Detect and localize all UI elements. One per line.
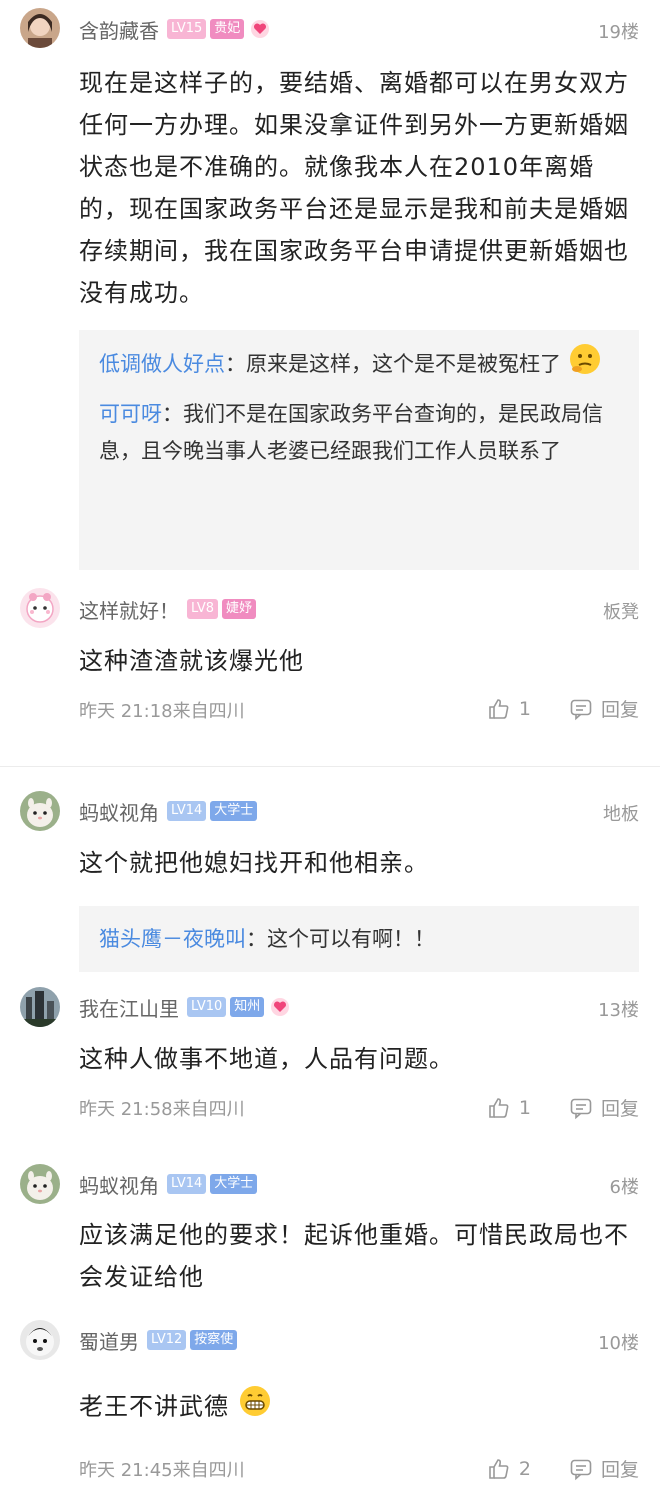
comment-text: 应该满足他的要求！起诉他重婚。可惜民政局也不会发证给他 xyxy=(79,1221,629,1291)
title-badge: 知州 xyxy=(230,997,265,1017)
comment-actions: 2 回复 xyxy=(487,1455,639,1482)
reply-separator: ： xyxy=(225,352,246,376)
username[interactable]: 蚂蚁视角 xyxy=(79,1170,159,1199)
user-info: 我在江山里 LV10 知州 xyxy=(79,992,290,1022)
level-badge: LV14 xyxy=(167,801,207,821)
like-count: 1 xyxy=(518,697,531,720)
comment-actions: 1 回复 xyxy=(487,1094,639,1121)
divider xyxy=(0,766,660,767)
floor-number: 地板 xyxy=(603,804,639,825)
thumbs-up-icon xyxy=(487,1096,511,1120)
reply-item[interactable]: 猫头鹰－夜晚叫：这个可以有啊！！ xyxy=(99,921,619,958)
title-badge: 大学士 xyxy=(210,1174,258,1194)
reply-block: 低调做人好点：原来是这样，这个是不是被冤枉了 可可呀：我们不是在国家政务平台查询… xyxy=(79,330,639,570)
floor-number: 板凳 xyxy=(603,602,639,623)
avatar[interactable] xyxy=(20,1320,60,1360)
like-button[interactable]: 1 xyxy=(487,1096,531,1120)
comment-text: 这种人做事不地道，人品有问题。 xyxy=(79,1045,454,1073)
comment-text: 老王不讲武德 xyxy=(79,1384,639,1431)
reply-label: 回复 xyxy=(600,699,639,721)
user-info: 蜀道男 LV12 按察使 xyxy=(79,1325,238,1355)
reply-separator: ： xyxy=(246,927,267,951)
username[interactable]: 我在江山里 xyxy=(79,993,179,1022)
username[interactable]: 含韵藏香 xyxy=(79,15,159,44)
comment-time: 昨天 21:58来自四川 xyxy=(79,1099,245,1120)
reply-label: 回复 xyxy=(600,1098,639,1120)
reply-icon xyxy=(569,1096,593,1120)
like-count: 2 xyxy=(518,1457,531,1480)
floor-number: 10楼 xyxy=(598,1333,639,1354)
comment-text-body: 老王不讲武德 xyxy=(79,1392,229,1421)
floor-number: 6楼 xyxy=(609,1177,639,1198)
thinking-emoji-icon xyxy=(568,342,602,388)
reply-item[interactable]: 低调做人好点：原来是这样，这个是不是被冤枉了 xyxy=(99,342,619,388)
level-badge: LV10 xyxy=(187,997,227,1017)
reply-author[interactable]: 猫头鹰－夜晚叫 xyxy=(99,927,246,951)
thumbs-up-icon xyxy=(487,697,511,721)
reply-text: 原来是这样，这个是不是被冤枉了 xyxy=(246,352,561,376)
reply-label: 回复 xyxy=(600,1459,639,1481)
level-badge: LV12 xyxy=(147,1330,187,1350)
username[interactable]: 蚂蚁视角 xyxy=(79,797,159,826)
user-info: 含韵藏香 LV15 贵妃 xyxy=(79,14,270,44)
user-info: 这样就好！ LV8 婕妤 xyxy=(79,594,256,624)
level-badge: LV14 xyxy=(167,1174,207,1194)
username[interactable]: 蜀道男 xyxy=(79,1326,139,1355)
avatar[interactable] xyxy=(20,791,60,831)
like-button[interactable]: 1 xyxy=(487,697,531,721)
reply-button[interactable]: 回复 xyxy=(569,695,639,722)
user-info: 蚂蚁视角 LV14 大学士 xyxy=(79,796,258,826)
comment-actions: 1 回复 xyxy=(487,695,639,722)
like-button[interactable]: 2 xyxy=(487,1457,531,1481)
comment-text: 现在是这样子的，要结婚、离婚都可以在男女双方任何一方办理。如果没拿证件到另外一方… xyxy=(79,69,629,307)
grin-emoji-icon xyxy=(238,1384,272,1431)
floor-number: 13楼 xyxy=(598,1000,639,1021)
reply-separator: ： xyxy=(162,402,183,426)
level-badge: LV15 xyxy=(167,19,207,39)
reply-item[interactable]: 可可呀：我们不是在国家政务平台查询的，是民政局信息，且今晚当事人老婆已经跟我们工… xyxy=(99,396,619,470)
like-count: 1 xyxy=(518,1096,531,1119)
reply-block: 猫头鹰－夜晚叫：这个可以有啊！！ xyxy=(79,906,639,972)
comment-time: 昨天 21:45来自四川 xyxy=(79,1460,245,1481)
level-badge: LV8 xyxy=(187,599,218,619)
reply-button[interactable]: 回复 xyxy=(569,1455,639,1482)
title-badge: 婕妤 xyxy=(221,599,256,619)
username[interactable]: 这样就好！ xyxy=(79,595,179,624)
user-info: 蚂蚁视角 LV14 大学士 xyxy=(79,1169,258,1199)
title-badge: 大学士 xyxy=(210,801,258,821)
reply-author[interactable]: 可可呀 xyxy=(99,402,162,426)
comment-time: 昨天 21:18来自四川 xyxy=(79,701,245,722)
title-badge: 贵妃 xyxy=(210,19,245,39)
avatar[interactable] xyxy=(20,987,60,1027)
reply-text: 这个可以有啊！！ xyxy=(267,927,435,951)
reply-icon xyxy=(569,697,593,721)
avatar[interactable] xyxy=(20,8,60,48)
avatar[interactable] xyxy=(20,588,60,628)
heart-badge-icon xyxy=(251,20,270,38)
floor-number: 19楼 xyxy=(598,22,639,43)
comment-text: 这种渣渣就该爆光他 xyxy=(79,647,304,675)
reply-icon xyxy=(569,1457,593,1481)
heart-badge-icon xyxy=(271,998,290,1016)
reply-author[interactable]: 低调做人好点 xyxy=(99,352,225,376)
title-badge: 按察使 xyxy=(190,1330,238,1350)
comment-text: 这个就把他媳妇找开和他相亲。 xyxy=(79,849,429,877)
thumbs-up-icon xyxy=(487,1457,511,1481)
reply-button[interactable]: 回复 xyxy=(569,1094,639,1121)
avatar[interactable] xyxy=(20,1164,60,1204)
